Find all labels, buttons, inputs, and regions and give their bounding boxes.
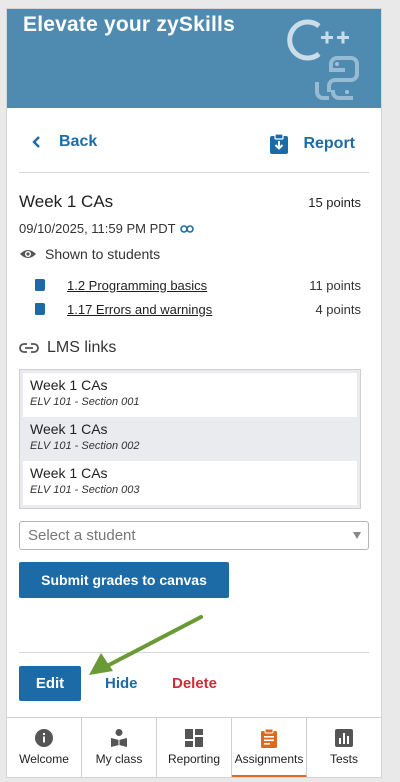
report-label: Report — [303, 135, 355, 152]
tab-reporting[interactable]: Reporting — [157, 718, 232, 777]
tab-label: Welcome — [19, 752, 69, 766]
tab-label: My class — [95, 752, 143, 766]
visibility-status: Shown to students — [19, 246, 160, 262]
book-icon — [35, 279, 45, 291]
lms-item-name: Week 1 CAs — [30, 421, 108, 437]
lms-item-section: ELV 101 - Section 003 — [30, 484, 140, 496]
dashboard-icon — [184, 728, 204, 748]
back-label: Back — [59, 133, 98, 150]
delete-button[interactable]: Delete — [172, 675, 217, 692]
lms-link-item[interactable]: Week 1 CAs ELV 101 - Section 002 — [23, 417, 357, 461]
due-date-text: 09/10/2025, 11:59 PM PDT — [19, 221, 176, 236]
section-points: 4 points — [315, 301, 361, 317]
course-banner: Elevate your zySkills — [7, 9, 381, 108]
student-select[interactable]: Select a student — [19, 521, 369, 550]
tab-my-class[interactable]: My class — [82, 718, 157, 777]
tab-label: Assignments — [234, 752, 304, 766]
info-icon — [34, 728, 54, 748]
assignment-title: Week 1 CAs — [19, 192, 114, 211]
lms-item-name: Week 1 CAs — [30, 465, 108, 481]
section-item: 1.2 Programming basics 11 points — [35, 275, 361, 295]
lms-links-list: Week 1 CAs ELV 101 - Section 001 Week 1 … — [19, 369, 361, 509]
back-button[interactable]: Back — [31, 133, 97, 151]
assignment-points: 15 points — [308, 195, 361, 210]
chart-icon — [334, 728, 354, 748]
clipboard-icon — [259, 728, 279, 748]
link-icon[interactable] — [179, 224, 194, 234]
link-icon — [19, 343, 39, 353]
visibility-label: Shown to students — [45, 246, 161, 262]
section-item: 1.17 Errors and warnings 4 points — [35, 299, 361, 319]
hide-button[interactable]: Hide — [105, 675, 138, 692]
due-date: 09/10/2025, 11:59 PM PDT — [19, 221, 194, 236]
chevron-left-icon — [32, 136, 40, 148]
lms-link-item[interactable]: Week 1 CAs ELV 101 - Section 001 — [23, 373, 357, 417]
tab-label: Reporting — [167, 752, 221, 766]
student-select-placeholder: Select a student — [28, 527, 136, 544]
lms-links-heading: LMS links — [19, 339, 116, 357]
lms-heading-label: LMS links — [47, 339, 117, 356]
reader-icon — [109, 728, 129, 748]
banner-title: Elevate your zySkills — [23, 13, 235, 36]
edit-button[interactable]: Edit — [19, 666, 81, 701]
caret-down-icon — [353, 532, 361, 539]
tab-assignments[interactable]: Assignments — [232, 718, 307, 777]
section-link[interactable]: 1.2 Programming basics — [67, 278, 309, 293]
report-button[interactable]: Report — [269, 133, 355, 155]
lms-link-item[interactable]: Week 1 CAs ELV 101 - Section 003 — [23, 461, 357, 505]
lms-item-name: Week 1 CAs — [30, 377, 108, 393]
tab-label: Tests — [329, 752, 358, 766]
tab-welcome[interactable]: Welcome — [7, 718, 82, 777]
book-icon — [35, 303, 45, 315]
divider — [19, 172, 369, 173]
lms-item-section: ELV 101 - Section 001 — [30, 396, 140, 408]
assignment-panel: Elevate your zySkills Back Report Week 1… — [6, 8, 382, 778]
annotation-arrow-icon — [89, 615, 203, 675]
tab-tests[interactable]: Tests — [307, 718, 381, 777]
bottom-tab-bar: Welcome My class Reporting Assignments T… — [7, 717, 381, 777]
section-link[interactable]: 1.17 Errors and warnings — [67, 302, 315, 317]
submit-grades-button[interactable]: Submit grades to canvas — [19, 562, 229, 598]
section-points: 11 points — [309, 277, 361, 293]
lms-item-section: ELV 101 - Section 002 — [30, 440, 140, 452]
clipboard-download-icon — [270, 133, 289, 154]
language-logos-icon — [287, 19, 359, 100]
eye-icon — [20, 250, 36, 258]
